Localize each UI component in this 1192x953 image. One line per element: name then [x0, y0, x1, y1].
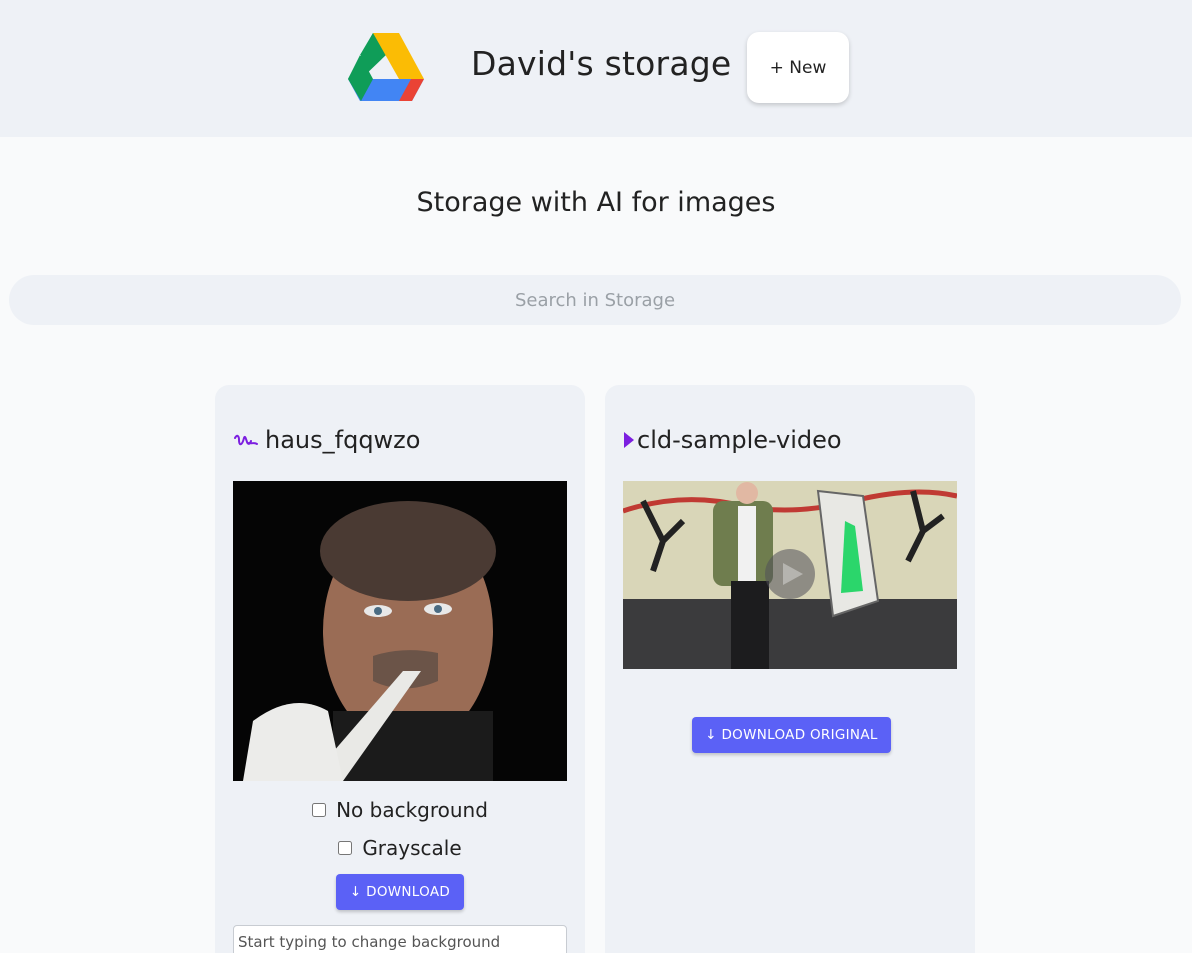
page-subtitle: Storage with AI for images: [416, 187, 776, 218]
search-input[interactable]: [9, 275, 1181, 325]
header: David's storage + New: [0, 0, 1192, 137]
no-background-checkbox[interactable]: [312, 803, 327, 817]
new-button[interactable]: + New: [747, 32, 849, 103]
grayscale-checkbox[interactable]: [338, 841, 353, 855]
grayscale-label: Grayscale: [362, 836, 462, 860]
app-title: David's storage: [471, 44, 732, 83]
file-name: haus_fqqwzo: [265, 426, 421, 454]
no-background-option[interactable]: No background: [215, 798, 585, 822]
file-card-video: cld-sample-video ↓ DOWNLOAD ORIGINAL: [605, 385, 975, 953]
image-signature-icon: [234, 434, 258, 446]
google-drive-icon[interactable]: [348, 33, 424, 101]
grayscale-option[interactable]: Grayscale: [215, 836, 585, 860]
change-background-input[interactable]: [233, 925, 567, 953]
file-title: cld-sample-video: [623, 426, 842, 454]
file-name: cld-sample-video: [637, 426, 842, 454]
file-title: haus_fqqwzo: [233, 426, 420, 454]
image-thumbnail[interactable]: [233, 481, 567, 781]
download-button[interactable]: ↓ DOWNLOAD: [336, 874, 464, 910]
download-original-button[interactable]: ↓ DOWNLOAD ORIGINAL: [692, 717, 891, 753]
video-thumbnail[interactable]: [623, 481, 957, 669]
file-card-image: haus_fqqwzo No background Grayscale ↓ DO…: [215, 385, 585, 953]
no-background-label: No background: [336, 798, 488, 822]
play-video-icon: [624, 432, 634, 448]
